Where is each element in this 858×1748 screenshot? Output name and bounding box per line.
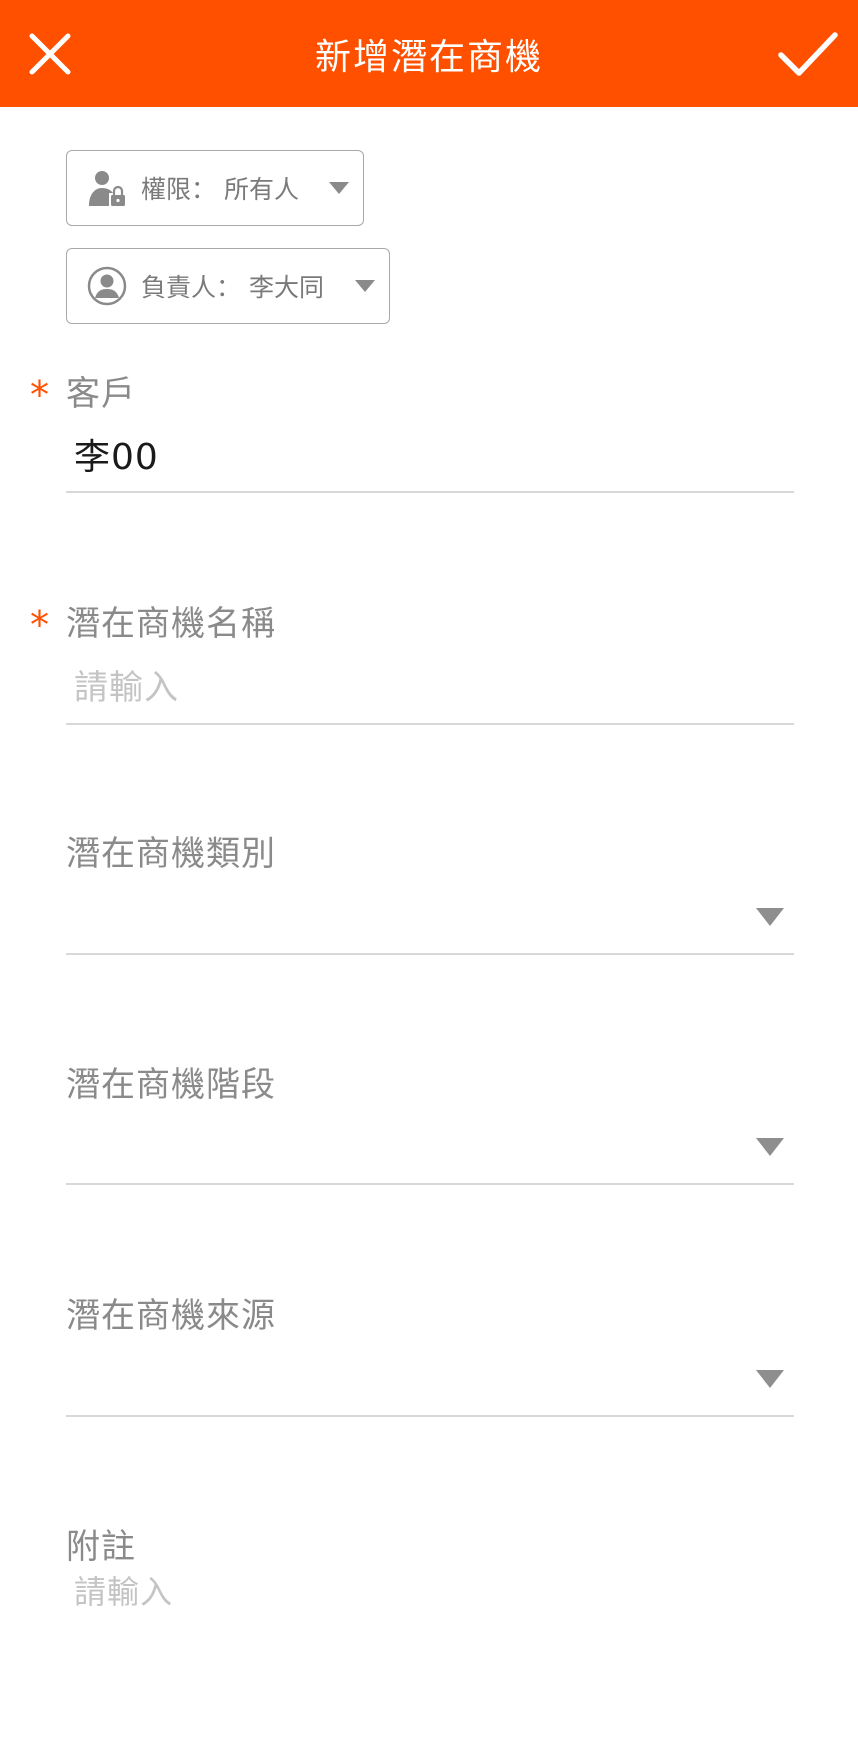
customer-field: * 客戶 李00 bbox=[30, 366, 794, 496]
note-field: 附註 請輸入 bbox=[66, 1519, 794, 1619]
app-screen: 新增潛在商機 權限： 所有人 負責人： 李大同 * 客戶 李00 * 潛在商機名… bbox=[0, 0, 858, 1748]
customer-value[interactable]: 李00 bbox=[74, 428, 159, 480]
opportunity-stage-label: 潛在商機階段 bbox=[66, 1065, 276, 1105]
user-lock-icon bbox=[87, 168, 127, 208]
confirm-button[interactable] bbox=[758, 0, 858, 107]
opportunity-source-select[interactable] bbox=[66, 1346, 794, 1406]
owner-label: 負責人： 李大同 bbox=[141, 273, 324, 302]
chevron-down-icon bbox=[329, 182, 349, 194]
opportunity-name-label: 潛在商機名稱 bbox=[66, 604, 276, 644]
opportunity-source-field: 潛在商機來源 bbox=[66, 1288, 794, 1418]
owner-selector[interactable]: 負責人： 李大同 bbox=[66, 248, 390, 324]
chevron-down-icon bbox=[355, 280, 375, 292]
opportunity-source-label: 潛在商機來源 bbox=[66, 1296, 276, 1336]
chevron-down-icon[interactable] bbox=[756, 1138, 784, 1156]
chevron-down-icon[interactable] bbox=[756, 1370, 784, 1388]
permission-selector[interactable]: 權限： 所有人 bbox=[66, 150, 364, 226]
field-divider bbox=[66, 1415, 794, 1417]
required-mark: * bbox=[30, 603, 49, 647]
required-mark: * bbox=[30, 373, 49, 417]
opportunity-stage-field: 潛在商機階段 bbox=[66, 1057, 794, 1187]
opportunity-name-field: * 潛在商機名稱 請輸入 bbox=[30, 596, 794, 726]
field-divider bbox=[66, 953, 794, 955]
opportunity-category-label: 潛在商機類別 bbox=[66, 834, 276, 874]
opportunity-category-select[interactable] bbox=[66, 884, 794, 944]
header-bar: 新增潛在商機 bbox=[0, 0, 858, 107]
opportunity-category-field: 潛在商機類別 bbox=[66, 826, 794, 956]
field-divider bbox=[66, 1183, 794, 1185]
check-icon bbox=[778, 31, 838, 76]
user-circle-icon bbox=[87, 266, 127, 306]
field-divider bbox=[66, 723, 794, 725]
opportunity-name-input[interactable]: 請輸入 bbox=[74, 660, 179, 709]
page-title: 新增潛在商機 bbox=[314, 36, 543, 78]
note-label: 附註 bbox=[66, 1527, 136, 1567]
note-input[interactable]: 請輸入 bbox=[74, 1567, 173, 1613]
chevron-down-icon[interactable] bbox=[756, 908, 784, 926]
customer-label: 客戶 bbox=[66, 374, 136, 414]
permission-label: 權限： 所有人 bbox=[141, 175, 299, 204]
field-divider bbox=[66, 491, 794, 493]
opportunity-stage-select[interactable] bbox=[66, 1115, 794, 1175]
